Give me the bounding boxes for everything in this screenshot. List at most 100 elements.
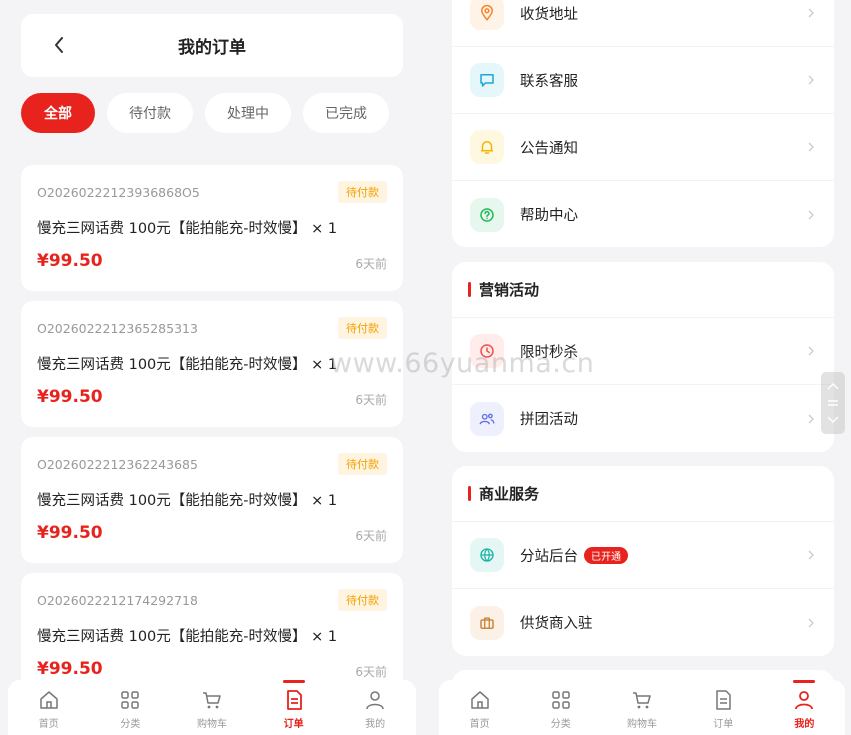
cart-icon bbox=[633, 692, 651, 709]
profile-screen: 收货地址 联系客服 公告通知 帮助中心 营销活动 限时秒杀 拼团活动 商业服务 … bbox=[433, 0, 851, 735]
icon-box bbox=[470, 197, 504, 232]
icon-box bbox=[470, 63, 504, 97]
chat-icon bbox=[480, 74, 494, 87]
order-price: ¥99.50 bbox=[37, 523, 103, 543]
clock-icon bbox=[480, 344, 494, 358]
cart-icon bbox=[202, 692, 221, 709]
scroll-handle[interactable] bbox=[821, 372, 845, 434]
chevron-right-icon bbox=[804, 616, 818, 630]
nav-label: 购物车 bbox=[196, 719, 227, 730]
nav-label: 首页 bbox=[469, 719, 490, 730]
nav-category[interactable]: 分类 bbox=[90, 680, 172, 735]
order-number: O20260222123936868O5 bbox=[37, 185, 200, 200]
section-title: 商业服务 bbox=[452, 466, 834, 522]
nav-label: 我的 bbox=[365, 719, 386, 730]
grid-icon bbox=[121, 691, 140, 709]
section-accent-bar bbox=[468, 282, 471, 297]
grid-icon bbox=[552, 691, 570, 709]
grip-icon bbox=[828, 400, 838, 406]
menu-label: 联系客服 bbox=[520, 73, 578, 90]
orders-header: 我的订单 bbox=[21, 14, 403, 77]
user-icon bbox=[366, 691, 384, 710]
nav-label: 订单 bbox=[283, 719, 304, 730]
group-icon bbox=[479, 413, 495, 424]
nav-label: 分类 bbox=[550, 719, 571, 730]
nav-cart[interactable]: 购物车 bbox=[171, 680, 253, 735]
order-card[interactable]: O20260222123622436​85 待付款 慢充三网话费 100元【能拍… bbox=[21, 437, 403, 563]
order-product: 慢充三网话费 100元【能拍能充-时效慢】 × 1 bbox=[37, 221, 338, 237]
order-time: 6天前 bbox=[355, 665, 387, 679]
order-card[interactable]: O202602221236528531​3 待付款 慢充三网话费 100元【能拍… bbox=[21, 301, 403, 427]
page-title: 我的订单 bbox=[178, 38, 246, 58]
nav-label: 首页 bbox=[38, 719, 59, 730]
order-number: O202602221236528531​3 bbox=[37, 321, 198, 336]
status-badge: 待付款 bbox=[338, 453, 387, 475]
nav-orders[interactable]: 订单 bbox=[253, 680, 335, 735]
home-icon bbox=[470, 691, 489, 709]
nav-label: 购物车 bbox=[627, 719, 657, 730]
section-accent-bar bbox=[468, 486, 471, 501]
order-price: ¥99.50 bbox=[37, 251, 103, 271]
nav-category[interactable]: 分类 bbox=[520, 680, 601, 735]
order-price: ¥99.50 bbox=[37, 387, 103, 407]
icon-box bbox=[470, 334, 504, 368]
nav-label: 分类 bbox=[120, 719, 141, 730]
chevron-right-icon bbox=[804, 344, 818, 358]
tab-completed[interactable]: 已完成 bbox=[303, 93, 389, 133]
chevron-right-icon bbox=[804, 412, 818, 426]
user-icon bbox=[795, 691, 814, 710]
menu-label: 帮助中心 bbox=[520, 208, 578, 224]
chevron-up-icon bbox=[827, 382, 839, 390]
menu-item-announcements[interactable]: 公告通知 bbox=[452, 114, 834, 181]
status-badge: 待付款 bbox=[338, 317, 387, 339]
menu-item-help-center[interactable]: 帮助中心 bbox=[452, 181, 834, 247]
section-title-text: 商业服务 bbox=[479, 485, 540, 503]
status-badge: 已开通 bbox=[584, 546, 628, 564]
orders-screen: 我的订单 全部 待付款 处理中 已完成 O20260222123936868O5… bbox=[0, 0, 425, 735]
menu-item-address[interactable]: 收货地址 bbox=[452, 0, 834, 47]
menu-item-flash-sale[interactable]: 限时秒杀 bbox=[452, 318, 834, 385]
menu-item-customer-service[interactable]: 联系客服 bbox=[452, 47, 834, 114]
icon-box bbox=[470, 130, 504, 164]
icon-box bbox=[470, 401, 504, 436]
menu-item-group-buy[interactable]: 拼团活动 bbox=[452, 385, 834, 452]
order-time: 6天前 bbox=[355, 529, 387, 543]
nav-profile[interactable]: 我的 bbox=[334, 680, 416, 735]
nav-profile[interactable]: 我的 bbox=[764, 680, 845, 735]
bottom-tabbar: 首页 分类 购物车 订单 我的 bbox=[439, 680, 845, 735]
chevron-right-icon bbox=[804, 208, 818, 222]
order-price: ¥99.50 bbox=[37, 659, 103, 679]
order-icon bbox=[286, 690, 302, 710]
nav-label: 订单 bbox=[713, 719, 734, 730]
section-title: 营销活动 bbox=[452, 262, 834, 318]
menu-label: 拼团活动 bbox=[520, 412, 578, 428]
section-title-text: 营销活动 bbox=[479, 281, 540, 299]
order-icon bbox=[716, 690, 731, 710]
menu-label: 公告通知 bbox=[520, 140, 578, 157]
menu-label: 收货地址 bbox=[520, 6, 578, 23]
chevron-right-icon bbox=[804, 548, 818, 562]
icon-box bbox=[470, 605, 504, 640]
chevron-right-icon bbox=[804, 6, 818, 20]
nav-home[interactable]: 首页 bbox=[8, 680, 90, 735]
menu-label: 分站后台 bbox=[520, 548, 578, 565]
order-card[interactable]: O20260222123936868O5 待付款 慢充三网话费 100元【能拍能… bbox=[21, 165, 403, 291]
bottom-tabbar: 首页 分类 购物车 订单 我的 bbox=[8, 680, 416, 735]
tab-processing[interactable]: 处理中 bbox=[205, 93, 291, 133]
chevron-right-icon bbox=[804, 73, 818, 87]
location-icon bbox=[480, 4, 494, 21]
order-product: 慢充三网话费 100元【能拍能充-时效慢】 × 1 bbox=[37, 357, 338, 373]
nav-cart[interactable]: 购物车 bbox=[601, 680, 682, 735]
menu-label: 限时秒杀 bbox=[520, 344, 578, 361]
menu-item-substation-admin[interactable]: 分站后台 已开通 bbox=[452, 522, 834, 589]
menu-item-supplier-join[interactable]: 供货商入驻 bbox=[452, 589, 834, 656]
service-menu: 收货地址 联系客服 公告通知 帮助中心 bbox=[452, 0, 834, 247]
nav-orders[interactable]: 订单 bbox=[683, 680, 764, 735]
tab-pending-payment[interactable]: 待付款 bbox=[107, 93, 193, 133]
nav-home[interactable]: 首页 bbox=[439, 680, 520, 735]
status-badge: 待付款 bbox=[338, 589, 387, 611]
tab-all[interactable]: 全部 bbox=[21, 93, 95, 133]
chevron-right-icon bbox=[804, 140, 818, 154]
globe-icon bbox=[480, 548, 494, 562]
order-number: O20260222121742927​18 bbox=[37, 593, 198, 608]
